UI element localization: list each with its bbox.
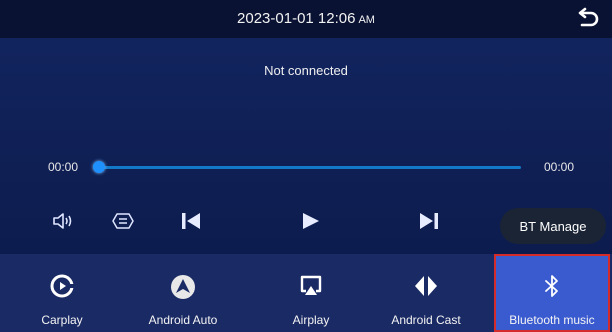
tab-label-android-cast: Android Cast — [391, 313, 461, 327]
equalizer-button[interactable] — [112, 211, 134, 236]
tab-airplay[interactable]: Airplay — [253, 254, 369, 332]
bottom-nav: Carplay Android Auto Airplay Android Cas… — [0, 254, 612, 332]
android-cast-icon — [415, 276, 437, 296]
carplay-icon — [50, 274, 74, 298]
tab-label-airplay: Airplay — [292, 313, 330, 327]
total-time: 00:00 — [543, 160, 574, 174]
date-time: 2023-01-01 12:06 AM — [0, 10, 612, 27]
top-bar: 2023-01-01 12:06 AM — [0, 0, 612, 38]
bluetooth-icon — [545, 275, 558, 297]
back-button[interactable] — [574, 7, 600, 31]
next-icon — [420, 213, 438, 229]
android-auto-icon — [171, 275, 195, 299]
play-icon — [303, 213, 319, 229]
volume-icon — [53, 213, 72, 229]
progress-thumb[interactable] — [93, 161, 105, 173]
eq-icon — [112, 213, 134, 229]
connection-status: Not connected — [264, 63, 348, 78]
previous-icon — [182, 213, 200, 229]
tab-label-android-auto: Android Auto — [148, 313, 218, 327]
tab-bluetooth-music[interactable]: Bluetooth music — [494, 254, 610, 332]
progress-track[interactable] — [98, 166, 521, 169]
previous-button[interactable] — [180, 212, 202, 235]
elapsed-time: 00:00 — [48, 160, 79, 174]
player-panel: Not connected 00:00 00:00 BT Manage — [0, 38, 612, 254]
tab-android-auto[interactable]: Android Auto — [125, 254, 241, 332]
date-time-text: 2023-01-01 12:06 — [237, 10, 356, 27]
next-button[interactable] — [418, 212, 440, 235]
bt-manage-button[interactable]: BT Manage — [500, 208, 606, 244]
airplay-icon — [300, 275, 322, 295]
tab-label-carplay: Carplay — [41, 313, 83, 327]
tab-label-bluetooth-music: Bluetooth music — [509, 313, 595, 327]
play-button[interactable] — [301, 212, 321, 235]
tab-carplay[interactable]: Carplay — [4, 254, 120, 332]
back-arrow-icon — [578, 7, 599, 27]
am-pm-text: AM — [358, 14, 375, 26]
volume-button[interactable] — [52, 211, 74, 236]
tab-android-cast[interactable]: Android Cast — [368, 254, 484, 332]
